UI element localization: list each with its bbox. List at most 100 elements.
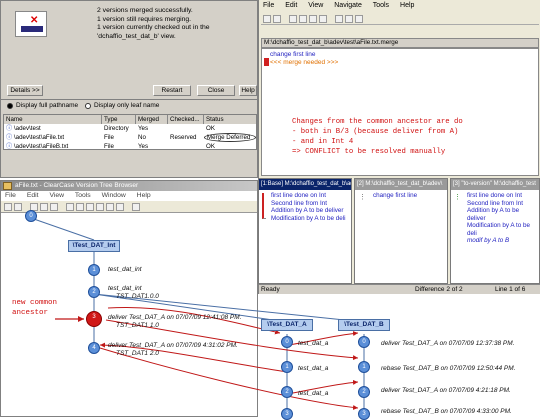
pane-header: [1:Base] M:\dchaffio_test_dat_b\adev\ — [259, 179, 351, 190]
details-button[interactable]: Details >> — [7, 85, 43, 96]
pane-header: [3] "to-version" M:\dchaffio_test — [451, 179, 539, 190]
menu-edit[interactable]: Edit — [285, 2, 297, 9]
menu-help[interactable]: Help — [400, 2, 414, 9]
merge-result-pane[interactable]: change first line <<< merge needed >>> C… — [261, 48, 539, 176]
cell-merged: Yes — [138, 143, 149, 150]
app-icon — [3, 182, 12, 190]
pane-line: first line done on Int — [467, 192, 522, 199]
common-ancestor-node[interactable]: 3 — [86, 311, 102, 327]
version-node[interactable]: 0 — [281, 336, 293, 348]
version-label: test_dat_a — [298, 340, 329, 347]
version-node[interactable]: 2 — [281, 386, 293, 398]
cell-merged: Yes — [138, 125, 149, 132]
next-diff-icon[interactable] — [309, 15, 317, 23]
prev-diff-icon[interactable] — [299, 15, 307, 23]
cell-type: File — [104, 143, 114, 150]
version-label: TST_DAT1 2.0 — [116, 350, 159, 357]
first-diff-icon[interactable] — [289, 15, 297, 23]
version-label: test_dat_a — [298, 365, 329, 372]
refresh-icon[interactable] — [50, 203, 58, 211]
version-label: test_dat_a — [298, 390, 329, 397]
merge-needed-marker: <<< merge needed >>> — [270, 59, 339, 66]
branch-test-dat-b[interactable]: \Test_DAT_B — [338, 319, 390, 331]
version-node[interactable]: 4 — [88, 342, 100, 354]
add-marker-icon: ⋮ — [454, 194, 461, 201]
cell-name: ⓘ \adev\test\aFileB.txt — [6, 143, 69, 150]
branch-test-dat-a[interactable]: \Test_DAT_A — [261, 319, 313, 331]
restart-button[interactable]: Restart — [153, 85, 191, 96]
branch-test-dat-int[interactable]: \Test_DAT_Int — [68, 240, 120, 252]
table-row[interactable]: ⓘ \adev\test\aFileB.txt File Yes OK — [4, 142, 256, 151]
radio-full-pathname[interactable]: Display full pathname — [7, 102, 78, 109]
version-label: deliver Test_DAT_A on 07/07/09 12:37:38 … — [381, 340, 515, 347]
merge-icon[interactable] — [96, 203, 104, 211]
menu-help[interactable]: Help — [137, 192, 151, 199]
table-header: Name Type Merged Checked... Status — [4, 115, 256, 124]
history-icon[interactable] — [106, 203, 114, 211]
zoom-out-icon[interactable] — [40, 203, 48, 211]
table-row[interactable]: ⓘ \adev\test Directory Yes OK — [4, 124, 256, 133]
radio-unselected-icon — [85, 102, 91, 109]
version-node[interactable]: 3 — [358, 408, 370, 420]
annotation-line: new common — [12, 299, 58, 307]
result-line: change first line — [270, 51, 316, 58]
column-merged[interactable]: Merged — [136, 115, 168, 124]
merge-base-icon[interactable] — [335, 15, 343, 23]
menu-navigate[interactable]: Navigate — [334, 2, 362, 9]
close-button[interactable]: Close — [197, 85, 235, 96]
version-node[interactable]: 2 — [88, 286, 100, 298]
open-icon[interactable] — [4, 203, 12, 211]
window-title: aFile.txt - ClearCase Version Tree Brows… — [15, 182, 139, 189]
print-icon[interactable] — [14, 203, 22, 211]
merge-3-icon[interactable] — [355, 15, 363, 23]
merge-2-icon[interactable] — [345, 15, 353, 23]
column-type[interactable]: Type — [102, 115, 136, 124]
merge-summary: 2 versions merged successfully. 1 versio… — [97, 7, 210, 41]
version-node[interactable]: 3 — [281, 408, 293, 420]
radio-leaf-name[interactable]: Display only leaf name — [85, 102, 159, 109]
version-node[interactable]: 1 — [358, 361, 370, 373]
version-node[interactable]: 0 — [25, 210, 37, 222]
note-line: - both in B/3 (because deliver from A) — [292, 128, 459, 136]
version-label: deliver Test_DAT_A on 07/07/09 4:31:02 P… — [108, 342, 238, 349]
help-button[interactable]: Help — [239, 85, 257, 96]
version-node[interactable]: 1 — [281, 361, 293, 373]
help-icon[interactable] — [132, 203, 140, 211]
properties-icon[interactable] — [116, 203, 124, 211]
cell-type: File — [104, 134, 114, 141]
version-label: rebase Test_DAT_B on 07/07/09 4:33:00 PM… — [381, 408, 512, 415]
merge-path-bar: M:\dchaffio_test_dat_b\adev\test\aFile.t… — [261, 38, 539, 48]
version-tree-titlebar: aFile.txt - ClearCase Version Tree Brows… — [1, 181, 257, 191]
conflict-note: Changes from the common ancestor are do … — [292, 117, 532, 157]
undo-icon[interactable] — [273, 15, 281, 23]
note-line: => CONFLICT to be resolved manually — [292, 148, 446, 156]
cell-type: Directory — [104, 125, 129, 132]
checkin-icon[interactable] — [76, 203, 84, 211]
checkout-icon[interactable] — [66, 203, 74, 211]
last-diff-icon[interactable] — [319, 15, 327, 23]
menu-window[interactable]: Window — [102, 192, 126, 199]
column-name[interactable]: Name — [4, 115, 102, 124]
menu-view[interactable]: View — [308, 2, 323, 9]
cell-name: ⓘ \adev\test\aFile.txt — [6, 134, 65, 141]
menu-file[interactable]: File — [5, 192, 16, 199]
column-status[interactable]: Status — [204, 115, 256, 124]
version-label: test_dat_int — [108, 285, 142, 292]
column-checked[interactable]: Checked... — [168, 115, 204, 124]
cell-status: OK — [206, 125, 215, 132]
menu-edit[interactable]: Edit — [27, 192, 39, 199]
menu-tools[interactable]: Tools — [373, 2, 389, 9]
version-node[interactable]: 0 — [358, 336, 370, 348]
compare-icon[interactable] — [86, 203, 94, 211]
version-node[interactable]: 1 — [88, 264, 100, 276]
save-icon[interactable] — [263, 15, 271, 23]
note-line: Changes from the common ancestor are do — [292, 118, 463, 126]
merge-wizard-icon: ✕ — [15, 11, 47, 37]
summary-line: 2 versions merged successfully. — [97, 7, 193, 14]
menu-view[interactable]: View — [49, 192, 64, 199]
menu-file[interactable]: File — [263, 2, 274, 9]
menu-tools[interactable]: Tools — [75, 192, 91, 199]
version-node[interactable]: 2 — [358, 386, 370, 398]
pane-line: first line done on Int — [271, 192, 326, 199]
table-row[interactable]: ⓘ \adev\test\aFile.txt File No Reserved … — [4, 133, 256, 142]
